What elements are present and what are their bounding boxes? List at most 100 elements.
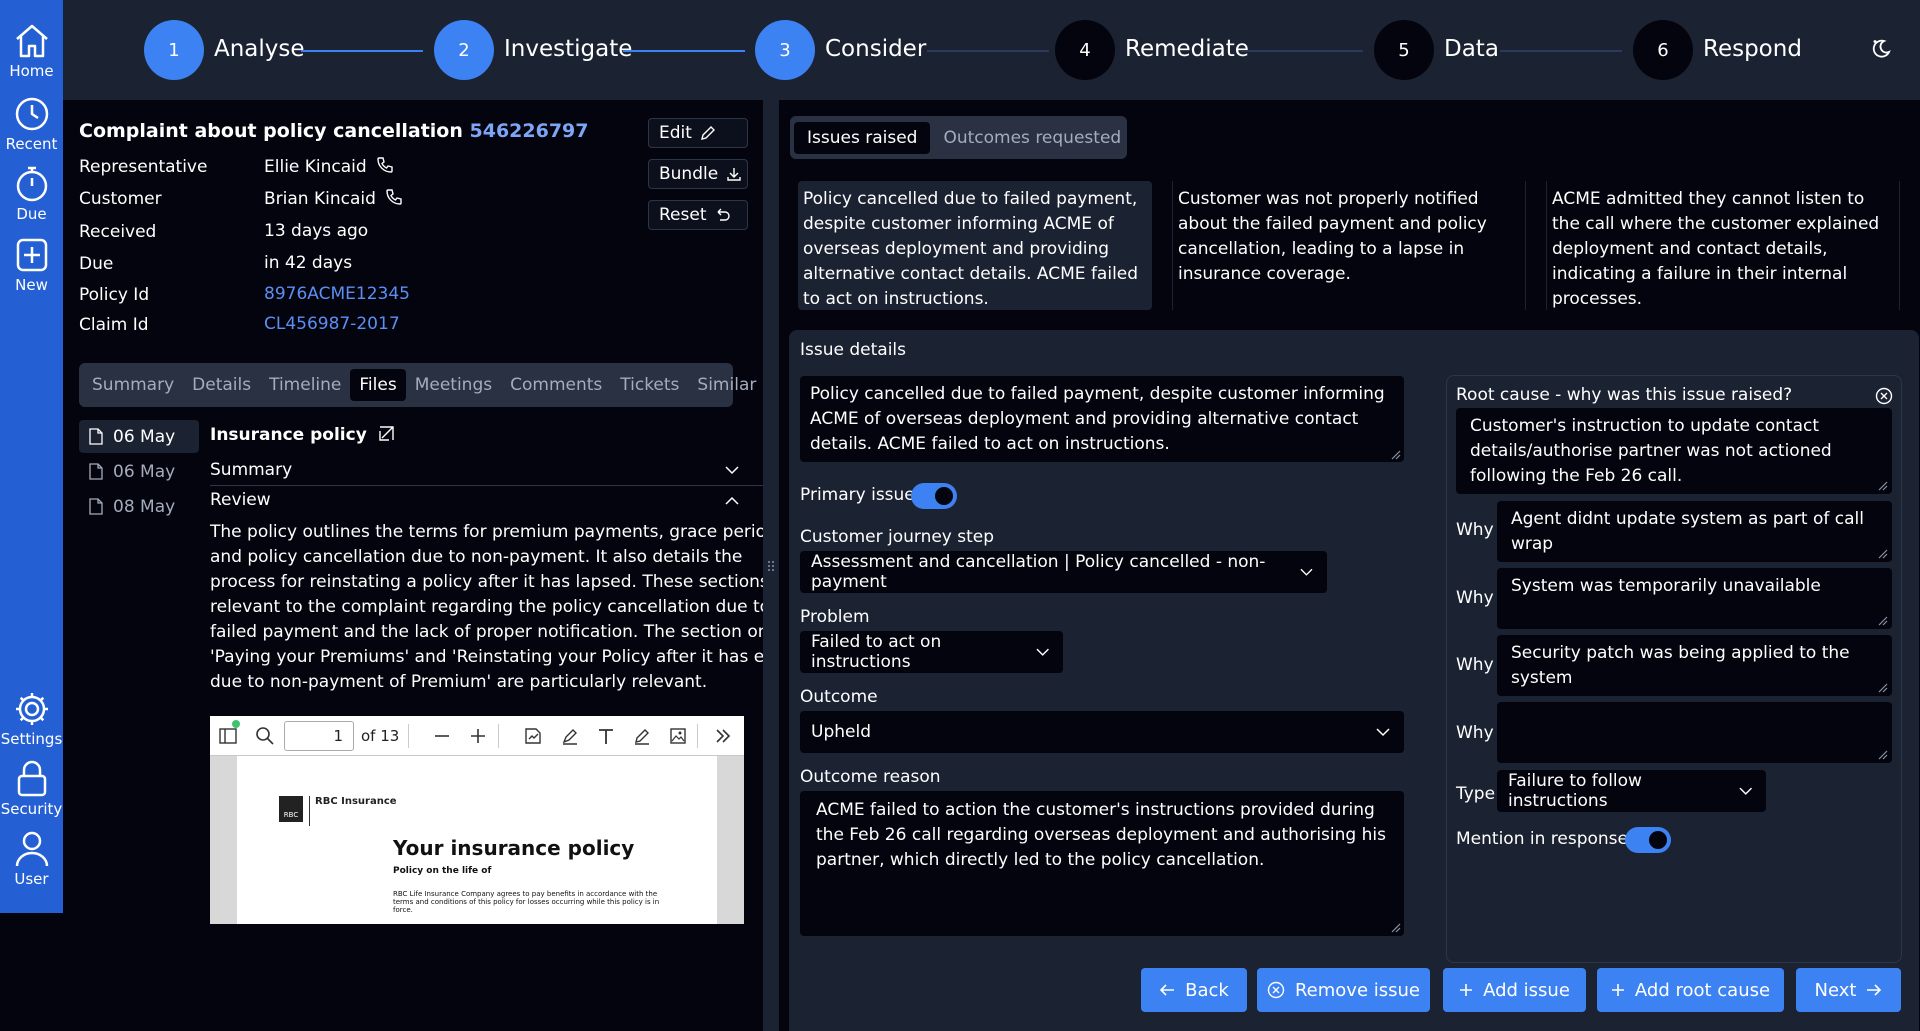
next-button-label: Next: [1814, 979, 1857, 1001]
tab-similar[interactable]: Similar: [688, 369, 765, 401]
zoom-out-icon[interactable]: [432, 726, 452, 746]
text-icon[interactable]: [596, 726, 616, 746]
zoom-in-icon[interactable]: [468, 726, 488, 746]
nav-home[interactable]: Home: [0, 22, 63, 80]
why-textarea-2[interactable]: System was temporarily unavailable: [1497, 568, 1892, 629]
chevron-up-icon[interactable]: [725, 496, 739, 505]
chevron-down-icon: [1376, 727, 1390, 736]
gear-icon: [15, 693, 48, 725]
bundle-button[interactable]: Bundle: [648, 159, 748, 189]
page-number-input[interactable]: 1: [284, 721, 354, 751]
nav-settings[interactable]: Settings: [0, 690, 63, 748]
highlighter-icon[interactable]: [560, 726, 580, 746]
external-link-icon[interactable]: [379, 426, 394, 441]
nav-due[interactable]: Due: [0, 165, 63, 223]
summary-accordion-label[interactable]: Summary: [210, 460, 292, 480]
file-date: 08 May: [113, 496, 176, 517]
sidebar-toggle-icon[interactable]: [218, 726, 238, 746]
why-textarea-3[interactable]: Security patch was being applied to the …: [1497, 635, 1892, 696]
outcome-label: Outcome: [800, 687, 878, 707]
step-4-circle[interactable]: 4: [1055, 20, 1115, 80]
tab-tickets[interactable]: Tickets: [611, 369, 688, 401]
claim-id-link[interactable]: CL456987-2017: [264, 314, 400, 334]
issue-card-active[interactable]: Policy cancelled due to failed payment, …: [798, 181, 1152, 310]
nav-user[interactable]: User: [0, 830, 63, 888]
step-3-label[interactable]: Consider: [825, 36, 926, 62]
outcome-select[interactable]: Upheld: [800, 711, 1404, 753]
why-label: Why: [1456, 655, 1494, 675]
step-4-label[interactable]: Remediate: [1125, 36, 1249, 62]
journey-step-select[interactable]: Assessment and cancellation | Policy can…: [800, 551, 1327, 593]
step-1-circle[interactable]: 1: [144, 20, 204, 80]
issues-panel: Issues raised Outcomes requested Policy …: [779, 100, 1920, 1031]
step-6-label[interactable]: Respond: [1703, 36, 1802, 62]
edit-button[interactable]: Edit: [648, 118, 748, 148]
step-2-label[interactable]: Investigate: [504, 36, 632, 62]
panel-resize-handle[interactable]: [763, 100, 779, 1031]
chevron-down-icon: [1300, 568, 1313, 576]
primary-issue-toggle[interactable]: [911, 483, 957, 509]
remove-issue-button[interactable]: Remove issue: [1257, 968, 1430, 1012]
policy-id-link[interactable]: 8976ACME12345: [264, 284, 410, 304]
problem-select[interactable]: Failed to act on instructions: [800, 631, 1063, 673]
nav-new-label: New: [15, 276, 48, 294]
file-item[interactable]: 06 May: [79, 455, 199, 488]
chevrons-right-icon[interactable]: [713, 726, 733, 746]
why-textarea-4[interactable]: [1497, 702, 1892, 763]
phone-icon[interactable]: [385, 188, 403, 206]
type-label: Type: [1456, 784, 1496, 804]
file-item[interactable]: 06 May: [79, 420, 199, 453]
reset-button[interactable]: Reset: [648, 200, 748, 230]
issue-card[interactable]: Customer was not properly notified about…: [1172, 181, 1526, 310]
add-root-cause-button[interactable]: Add root cause: [1597, 968, 1784, 1012]
tab-comments[interactable]: Comments: [501, 369, 611, 401]
complaint-title: Complaint about policy cancellation 5462…: [79, 120, 589, 142]
root-cause-type-select[interactable]: Failure to follow instructions: [1497, 770, 1766, 812]
nav-new[interactable]: New: [0, 236, 63, 294]
outcome-reason-textarea[interactable]: ACME failed to action the customer's ins…: [800, 791, 1404, 936]
field-label: Policy Id: [79, 285, 150, 305]
issue-description-textarea[interactable]: Policy cancelled due to failed payment, …: [800, 376, 1404, 462]
lock-icon: [17, 760, 46, 797]
journey-step-value: Assessment and cancellation | Policy can…: [811, 552, 1266, 592]
tab-issues-raised[interactable]: Issues raised: [794, 121, 931, 154]
resize-grip-icon: [1391, 923, 1401, 933]
nav-security[interactable]: Security: [0, 760, 63, 818]
chevron-down-icon[interactable]: [725, 466, 739, 475]
tab-files[interactable]: Files: [350, 369, 406, 401]
step-5-label[interactable]: Data: [1444, 36, 1499, 62]
tab-summary[interactable]: Summary: [83, 369, 183, 401]
image-icon[interactable]: [668, 726, 688, 746]
add-issue-button[interactable]: Add issue: [1443, 968, 1586, 1012]
back-button[interactable]: Back: [1141, 968, 1247, 1012]
theme-toggle-icon[interactable]: [1870, 38, 1892, 60]
step-3-circle[interactable]: 3: [755, 20, 815, 80]
draw-icon[interactable]: [632, 726, 652, 746]
review-text: The policy outlines the terms for premiu…: [210, 522, 807, 692]
sign-icon[interactable]: [523, 726, 543, 746]
file-title: Insurance policy: [210, 425, 394, 445]
tab-details[interactable]: Details: [183, 369, 260, 401]
step-1-label[interactable]: Analyse: [214, 36, 305, 62]
step-5-circle[interactable]: 5: [1374, 20, 1434, 80]
next-button[interactable]: Next: [1796, 968, 1901, 1012]
nav-recent[interactable]: Recent: [0, 95, 63, 153]
file-item[interactable]: 08 May: [79, 490, 199, 523]
tab-meetings[interactable]: Meetings: [406, 369, 501, 401]
mention-in-response-toggle[interactable]: [1625, 827, 1671, 853]
tab-outcomes-requested[interactable]: Outcomes requested: [930, 122, 1134, 154]
search-icon[interactable]: [255, 726, 275, 746]
close-circle-icon[interactable]: [1875, 387, 1893, 405]
tab-timeline[interactable]: Timeline: [260, 369, 350, 401]
issue-card[interactable]: ACME admitted they cannot listen to the …: [1546, 181, 1900, 310]
workflow-stepper: 1 Analyse 2 Investigate 3 Consider 4 Rem…: [63, 0, 1920, 100]
complaint-id: 546226797: [469, 120, 589, 142]
step-2-circle[interactable]: 2: [434, 20, 494, 80]
root-cause-textarea[interactable]: Customer's instruction to update contact…: [1456, 408, 1892, 494]
phone-icon[interactable]: [376, 156, 394, 174]
review-accordion-label[interactable]: Review: [210, 490, 271, 510]
why-label: Why: [1456, 723, 1494, 743]
step-6-circle[interactable]: 6: [1633, 20, 1693, 80]
why-textarea-1[interactable]: Agent didnt update system as part of cal…: [1497, 501, 1892, 562]
resize-grip-icon: [1878, 750, 1888, 760]
